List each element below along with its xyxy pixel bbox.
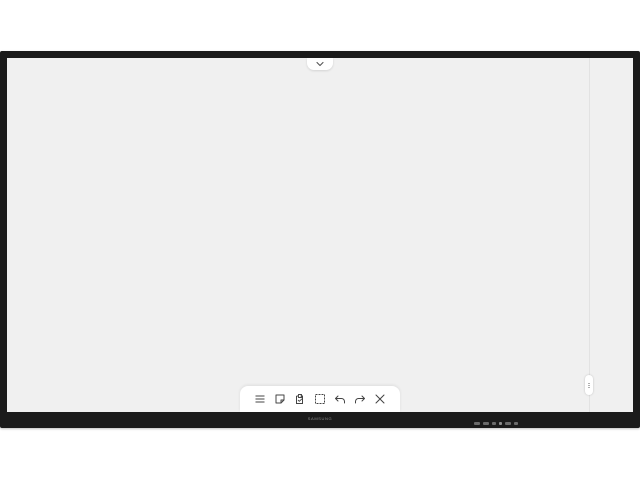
menu-icon (255, 395, 265, 403)
display-mockup: SAMSUNG (0, 0, 640, 480)
grip-icon (588, 385, 590, 386)
bottom-toolbar (240, 386, 400, 412)
undo-button[interactable] (332, 391, 349, 408)
select-area-icon (315, 394, 325, 404)
import-document-icon (296, 394, 303, 404)
import-button[interactable] (292, 391, 309, 408)
undo-icon (335, 395, 345, 404)
close-icon (375, 394, 385, 404)
redo-icon (355, 395, 365, 404)
redo-button[interactable] (352, 391, 369, 408)
sticky-note-icon (275, 394, 285, 404)
side-panel-handle[interactable] (585, 375, 593, 395)
hw-button[interactable] (514, 421, 518, 425)
hw-button[interactable] (499, 421, 502, 425)
select-button[interactable] (312, 391, 329, 408)
hw-button[interactable] (483, 421, 489, 425)
side-panel-divider (589, 58, 590, 412)
whiteboard-canvas[interactable] (7, 58, 633, 412)
close-button[interactable] (372, 391, 389, 408)
top-panel-handle[interactable] (307, 58, 333, 70)
bezel-control-buttons (474, 420, 518, 426)
menu-button[interactable] (252, 391, 269, 408)
chevron-down-icon (316, 61, 324, 67)
hw-button[interactable] (492, 421, 496, 425)
add-note-button[interactable] (272, 391, 289, 408)
hw-button[interactable] (474, 421, 480, 425)
hw-button[interactable] (505, 421, 511, 425)
grip-icon (588, 387, 590, 388)
brand-logo: SAMSUNG (307, 416, 333, 421)
grip-icon (588, 383, 590, 384)
